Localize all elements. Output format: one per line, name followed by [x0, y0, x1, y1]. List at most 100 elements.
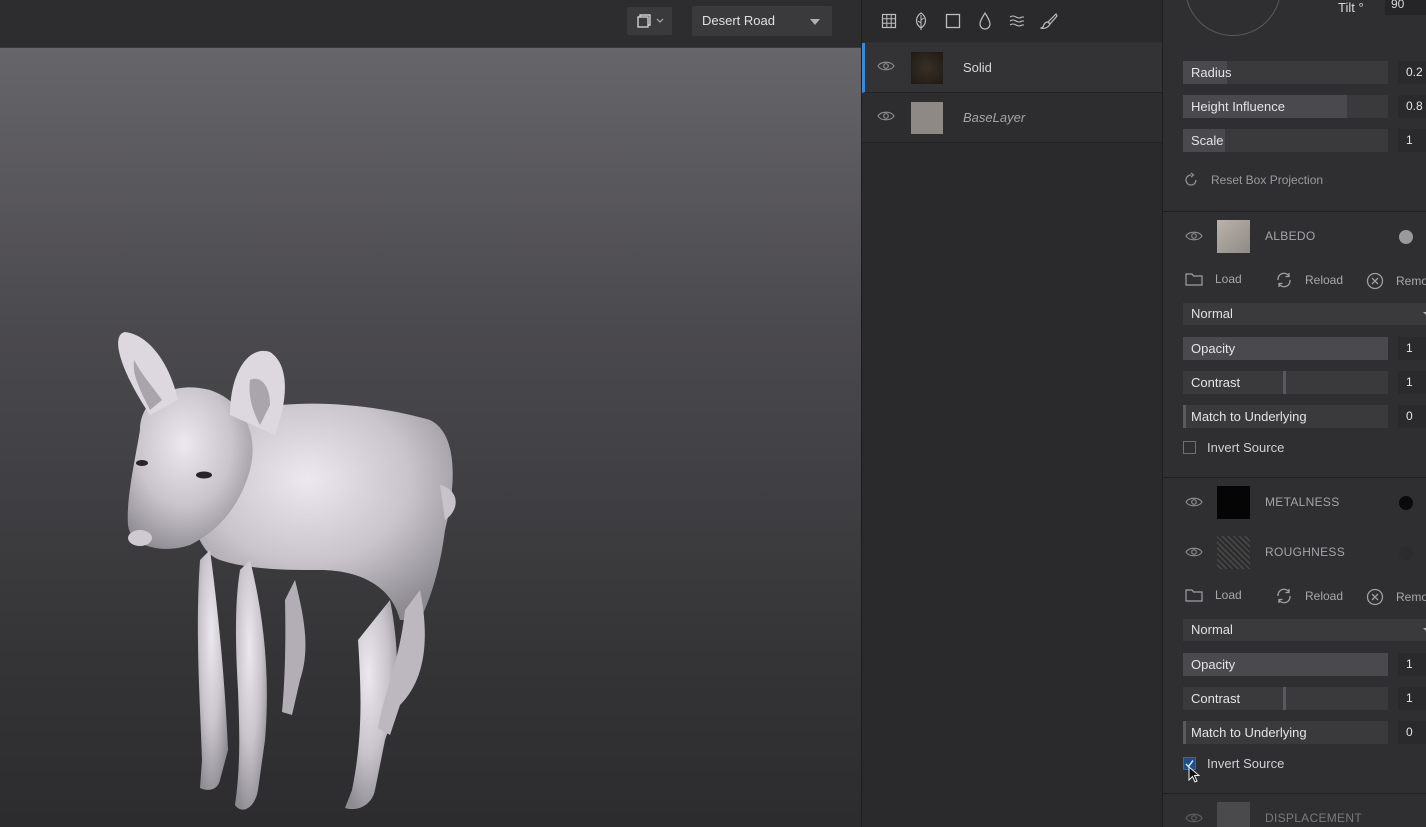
group-layer-button[interactable] — [944, 12, 962, 30]
slider-label: Opacity — [1191, 341, 1236, 356]
close-circle-icon — [1366, 588, 1384, 606]
dropdown-caret-icon — [810, 19, 820, 25]
slider-label: Match to Underlying — [1191, 725, 1307, 740]
channel-thumbnail — [1217, 802, 1250, 827]
cube-view-icon — [636, 14, 651, 28]
albedo-contrast-slider[interactable]: Contrast — [1183, 371, 1388, 394]
remove-label: Remo — [1396, 590, 1426, 604]
roughness-blend-select[interactable]: Normal — [1183, 619, 1426, 641]
brush-icon — [1040, 12, 1058, 29]
refresh-icon — [1185, 172, 1197, 186]
view-mode-button[interactable] — [627, 7, 672, 35]
albedo-match-input[interactable]: 0 — [1398, 405, 1426, 428]
channel-name: METALNESS — [1265, 495, 1340, 509]
layers-panel: Solid BaseLayer — [861, 0, 1162, 827]
blend-value: Normal — [1191, 622, 1233, 637]
remove-label: Remo — [1396, 274, 1426, 288]
slider-label: Scale — [1191, 133, 1224, 148]
mask-button[interactable] — [976, 12, 994, 30]
albedo-opacity-slider[interactable]: Opacity — [1183, 337, 1388, 360]
slider-thumb[interactable] — [1183, 405, 1186, 428]
channel-thumbnail — [1217, 486, 1250, 519]
load-button[interactable]: Load — [1185, 272, 1242, 286]
roughness-contrast-input[interactable]: 1 — [1398, 687, 1426, 710]
albedo-match-slider[interactable]: Match to Underlying — [1183, 405, 1388, 428]
brush-button[interactable] — [1040, 12, 1058, 30]
channel-name: ALBEDO — [1265, 229, 1316, 243]
load-label: Load — [1215, 272, 1242, 286]
leaf-icon — [915, 12, 927, 30]
slider-thumb[interactable] — [1283, 371, 1286, 394]
eye-icon[interactable] — [1185, 546, 1203, 558]
viewport-toolbar: Desert Road — [0, 0, 861, 48]
channel-albedo[interactable]: ALBEDO — [1163, 212, 1426, 262]
slider-label: Height Influence — [1191, 99, 1285, 114]
roughness-opacity-slider[interactable]: Opacity — [1183, 653, 1388, 676]
channel-color-swatch[interactable] — [1399, 496, 1413, 510]
roughness-match-slider[interactable]: Match to Underlying — [1183, 721, 1388, 744]
height-influence-slider[interactable]: Height Influence — [1183, 95, 1388, 118]
radius-input[interactable]: 0.2 — [1398, 61, 1426, 84]
eye-icon[interactable] — [877, 60, 895, 72]
environment-select[interactable]: Desert Road — [692, 6, 832, 36]
channel-name: ROUGHNESS — [1265, 545, 1346, 559]
slider-label: Opacity — [1191, 657, 1236, 672]
tilt-input[interactable]: 90 — [1385, 0, 1426, 15]
remove-button[interactable]: Remo — [1366, 272, 1426, 290]
folder-icon — [1185, 273, 1203, 286]
roughness-actions: Load Reload Remo — [1183, 588, 1426, 608]
eye-icon[interactable] — [877, 110, 895, 122]
layer-thumbnail — [911, 102, 943, 134]
reset-label: Reset Box Projection — [1211, 173, 1324, 187]
square-icon — [945, 13, 961, 29]
scale-input[interactable]: 1 — [1398, 129, 1426, 152]
eye-icon[interactable] — [1185, 496, 1203, 508]
albedo-contrast-input[interactable]: 1 — [1398, 371, 1426, 394]
reload-button[interactable]: Reload — [1275, 588, 1343, 604]
paint-layer-button[interactable] — [912, 12, 930, 30]
layer-name: BaseLayer — [963, 110, 1026, 125]
layer-row-baselayer[interactable]: BaseLayer — [862, 93, 1162, 143]
remove-button[interactable]: Remo — [1366, 588, 1426, 606]
3d-viewport[interactable]: Desert Road — [0, 0, 861, 827]
roughness-contrast-slider[interactable]: Contrast — [1183, 687, 1388, 710]
roughness-opacity-input[interactable]: 1 — [1398, 653, 1426, 676]
3d-model-wolf[interactable] — [100, 320, 480, 820]
checkbox-label: Invert Source — [1207, 755, 1285, 771]
slider-thumb[interactable] — [1283, 687, 1286, 710]
channel-color-swatch[interactable] — [1399, 546, 1413, 560]
radius-slider[interactable]: Radius — [1183, 61, 1388, 84]
channel-thumbnail — [1217, 536, 1250, 569]
fill-layer-button[interactable] — [880, 12, 898, 30]
channel-color-swatch[interactable] — [1399, 230, 1413, 244]
height-influence-input[interactable]: 0.8 — [1398, 95, 1426, 118]
layers-toolbar — [862, 0, 1162, 43]
filter-button[interactable] — [1008, 12, 1026, 30]
roughness-match-input[interactable]: 0 — [1398, 721, 1426, 744]
waves-icon — [1009, 15, 1024, 27]
rotation-dial[interactable] — [1185, 0, 1281, 36]
grid-icon — [881, 13, 897, 29]
mouse-cursor-icon — [1188, 766, 1200, 783]
albedo-blend-select[interactable]: Normal — [1183, 303, 1426, 325]
eye-icon[interactable] — [1185, 812, 1203, 824]
reset-box-projection-button[interactable]: Reset Box Projection — [1183, 172, 1323, 188]
channel-metalness[interactable]: METALNESS — [1163, 478, 1426, 528]
checkbox-box[interactable] — [1183, 440, 1196, 454]
albedo-opacity-input[interactable]: 1 — [1398, 337, 1426, 360]
layer-row-solid[interactable]: Solid — [862, 43, 1162, 93]
eye-icon[interactable] — [1185, 230, 1203, 242]
load-button[interactable]: Load — [1185, 588, 1242, 602]
scale-slider[interactable]: Scale — [1183, 129, 1388, 152]
reload-icon — [1277, 588, 1291, 604]
channel-displacement[interactable]: DISPLACEMENT — [1163, 794, 1426, 827]
slider-label: Radius — [1191, 65, 1232, 80]
load-label: Load — [1215, 588, 1242, 602]
slider-thumb[interactable] — [1183, 721, 1186, 744]
albedo-actions: Load Reload Remo — [1183, 272, 1426, 292]
channel-roughness[interactable]: ROUGHNESS — [1163, 528, 1426, 578]
chevron-down-icon — [656, 18, 663, 23]
reload-label: Reload — [1305, 589, 1344, 603]
reload-button[interactable]: Reload — [1275, 272, 1343, 288]
albedo-invert-source-checkbox[interactable]: Invert Source — [1183, 438, 1284, 456]
